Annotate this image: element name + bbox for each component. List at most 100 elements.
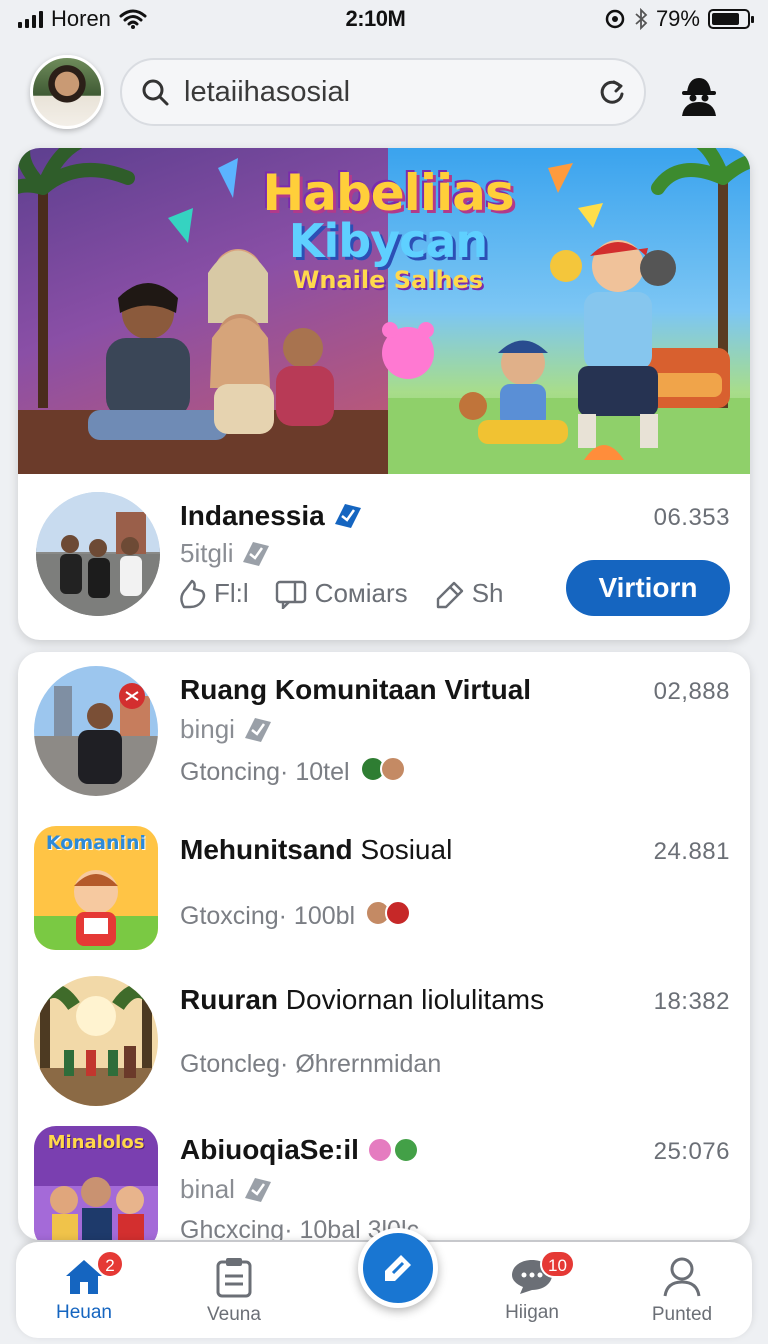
nav-feed[interactable]: Veuna [174,1256,294,1336]
signal-icon [18,10,43,28]
clipboard-icon [216,1258,252,1298]
list-item-thumbnail [34,666,158,796]
like-icon [180,579,206,608]
list-item-title-bold: AbiuoqiaSe:il [180,1134,359,1165]
compose-button[interactable] [358,1228,438,1308]
featured-info: Indanessia 06.353 5itgli Fl:l Coмiars Sh… [18,474,750,640]
compose-arrow-icon [385,1255,411,1281]
nav-profile[interactable]: Punted [622,1256,742,1336]
member-avatar [392,1137,419,1163]
list-item-meta-text: Gtoncing· 10tel [180,758,350,786]
list-item[interactable]: Komanini Mehunitsand Sosiual 24.881 Gtox… [18,812,750,962]
community-list: Ruang Komunitaan Virtual 02,888 bingi Gt… [18,652,750,1240]
list-item-thumbnail: Minalolos [34,1126,158,1240]
battery-percent: 79% [655,6,700,31]
member-avatar [379,756,406,782]
notification-badge: 2 [96,1250,124,1278]
featured-photo[interactable] [36,492,160,616]
badge-shape-icon [244,1177,271,1202]
comment-icon [275,580,306,609]
notification-badge: 10 [540,1250,575,1278]
list-item-subtitle: bingi [180,714,273,745]
list-item-meta: Gtoncing· 10tel [180,756,406,789]
banner-title-line3: Wnaile Salhes [292,266,484,294]
list-item-title: Ruang Komunitaan Virtual [180,674,531,706]
featured-name-text: Indanessia [180,500,325,531]
list-item-meta-text: Gtoncleg· Øhrernmidan [180,1050,442,1078]
nav-profile-label: Punted [651,1304,713,1325]
user-icon [663,1257,701,1297]
battery-icon [707,9,754,29]
list-item-meta-text: Gtoxcing· 100bl [180,902,356,930]
member-avatars [359,756,406,789]
list-item-count: 18:382 [653,988,730,1015]
member-avatar [385,900,412,926]
list-item-meta: Gtoxcing· 100bl [180,900,412,933]
visit-button[interactable]: Virtiorn [566,560,730,616]
badge-shape-icon [244,717,271,742]
list-item-title-bold: Mehunitsand [180,834,353,865]
list-item-subtitle: binal [180,1174,273,1205]
comment-action[interactable]: Coмiars [275,578,408,609]
list-item-subtitle-text: binal [180,1174,235,1204]
search-bar[interactable] [120,58,646,126]
nav-chat[interactable]: Hiigan 10 [472,1250,592,1336]
location-icon [605,9,625,29]
list-item-title-bold: Ruang Komunitaan Virtual [180,674,532,705]
wifi-icon [119,9,147,29]
list-item-thumbnail [34,976,158,1106]
featured-subtitle-text: 5itgli [180,538,234,568]
share-icon [436,581,463,608]
list-item[interactable]: Ruang Komunitaan Virtual 02,888 bingi Gt… [18,652,750,802]
list-item[interactable]: Ruuran Doviornan liolulitams 18:382 Gton… [18,962,750,1112]
banner-title-line2: Kibycan [288,214,488,268]
status-left: Horen [18,6,147,32]
status-right: 79% [604,6,754,32]
list-item-count: 24.881 [653,838,730,865]
list-item-count: 02,888 [653,678,730,705]
nav-chat-label: Hiigan [505,1302,559,1323]
user-avatar[interactable] [30,55,104,129]
search-input[interactable] [184,75,584,109]
like-label: Fl:l [214,578,249,608]
share-label: Sh [471,578,504,608]
list-item-title: AbiuoqiaSe:il [180,1134,419,1166]
banner-title-line1: Habeliias [262,164,514,222]
list-item-title: Ruuran Doviornan liolulitams [180,984,544,1016]
member-avatar [366,1137,393,1163]
nav-home-label: Heuan [56,1302,112,1323]
share-action[interactable]: Sh [434,578,504,609]
refresh-icon[interactable] [598,78,626,106]
list-item-subtitle-text: bingi [180,714,235,744]
badge-shape-icon [243,541,270,566]
banner-title: Habeliias Kibycan Wnaile Salhes [218,168,558,292]
list-item-title-bold: Ruuran [180,984,278,1015]
list-item[interactable]: Minalolos AbiuoqiaSe:il 25:076 binal Ghc… [18,1112,750,1240]
featured-actions: Fl:l Coмiars Sh [178,578,504,609]
app-header [0,50,768,138]
carrier-name: Horen [51,6,111,31]
search-icon [142,79,169,106]
nav-home[interactable]: Heuan 2 [24,1250,144,1336]
featured-subtitle: 5itgli [180,538,271,569]
bottom-navigation: Heuan 2 Veuna Hiigan 10 Punted [16,1228,752,1338]
list-item-count: 25:076 [653,1138,730,1165]
clock: 2:10M [345,6,406,31]
list-item-title-regular: Sosiual [352,834,453,865]
status-bar: Horen 2:10M 79% [0,0,768,38]
like-action[interactable]: Fl:l [178,578,249,609]
member-avatars [365,900,412,933]
bluetooth-icon [635,8,648,30]
list-item-title-regular: Doviornan liolulitams [278,984,545,1015]
verified-icon [334,504,361,528]
list-item-title: Mehunitsand Sosiual [180,834,452,866]
list-item-meta: Gtoncleg· Øhrernmidan [180,1050,441,1079]
thumbnail-text: Minalolos [47,1132,145,1153]
comment-label: Coмiars [314,578,408,608]
promo-banner[interactable]: Habeliias Kibycan Wnaile Salhes [18,148,750,474]
list-item-thumbnail: Komanini [34,826,158,950]
incognito-user-icon[interactable] [676,72,722,118]
featured-name[interactable]: Indanessia [180,500,363,532]
nav-feed-label: Veuna [207,1304,261,1325]
featured-card[interactable]: Habeliias Kibycan Wnaile Salhes Indaness… [18,148,750,640]
